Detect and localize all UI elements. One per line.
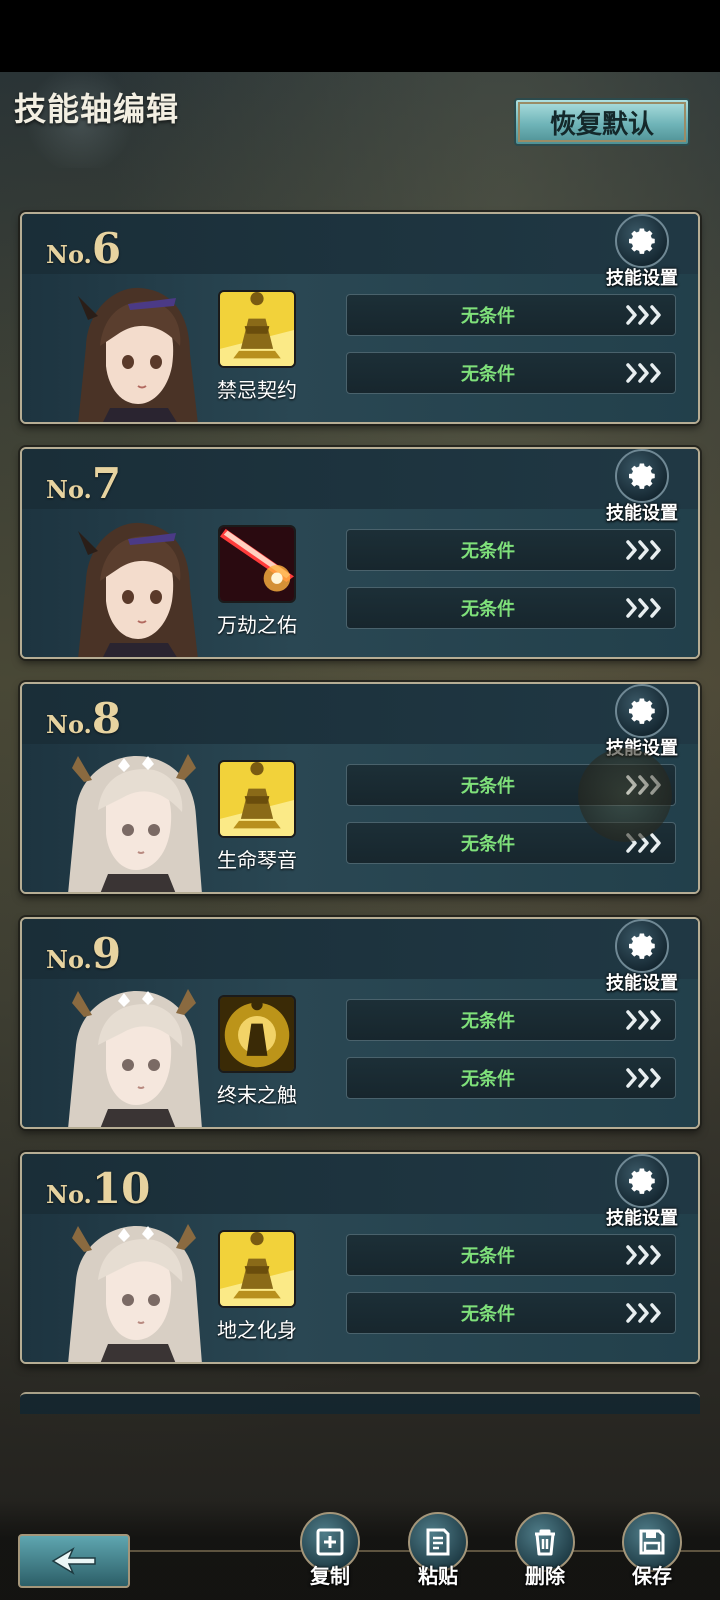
gear-icon — [615, 919, 669, 973]
character-portrait — [58, 1216, 208, 1364]
slot-number: No. 7 — [46, 459, 121, 508]
condition-label: 无条件 — [461, 834, 515, 855]
skill-name: 地之化身 — [217, 1318, 297, 1342]
triple-chevron-icon — [625, 596, 665, 620]
card-header — [22, 919, 698, 979]
skill-settings-label: 技能设置 — [606, 1208, 678, 1229]
gear-icon — [615, 1154, 669, 1208]
save-button[interactable]: 保存 — [607, 1512, 697, 1600]
condition-slot[interactable]: 无条件 — [346, 822, 676, 864]
skill-name: 终末之触 — [217, 1083, 297, 1107]
gear-icon — [615, 449, 669, 503]
triple-chevron-icon — [625, 1066, 665, 1090]
slot-number-prefix: No. — [46, 475, 92, 504]
condition-slot[interactable]: 无条件 — [346, 352, 676, 394]
delete-button[interactable]: 删除 — [500, 1512, 590, 1600]
triple-chevron-icon — [625, 1243, 665, 1267]
character-portrait — [58, 746, 208, 894]
slot-number-value: 8 — [91, 694, 122, 743]
back-arrow-icon — [51, 1547, 96, 1575]
copy-button[interactable]: 复制 — [285, 1512, 375, 1600]
page-title: 技能轴编辑 — [14, 90, 180, 128]
slot-number-value: 7 — [91, 459, 122, 508]
slot-number-value: 10 — [91, 1164, 151, 1213]
skill-settings-button[interactable]: 技能设置 — [600, 449, 684, 525]
condition-slot[interactable]: 无条件 — [346, 1234, 676, 1276]
slot-number: No. 9 — [46, 929, 121, 978]
skill-card[interactable]: No. 9 技能设置 终末之触 无条件 无条件 — [20, 917, 700, 1129]
golden-aura-warrior-icon[interactable] — [218, 995, 296, 1073]
skill-settings-label: 技能设置 — [606, 973, 678, 994]
condition-slot[interactable]: 无条件 — [346, 764, 676, 806]
skill-name: 生命琴音 — [217, 848, 297, 872]
condition-label: 无条件 — [461, 599, 515, 620]
golden-warrior-icon[interactable] — [218, 760, 296, 838]
slot-number-prefix: No. — [46, 710, 92, 739]
condition-label: 无条件 — [461, 1011, 515, 1032]
copy-label: 复制 — [310, 1564, 350, 1588]
skill-settings-button[interactable]: 技能设置 — [600, 214, 684, 290]
restore-default-button[interactable]: 恢复默认 — [514, 98, 690, 146]
triple-chevron-icon — [625, 538, 665, 562]
slot-number-prefix: No. — [46, 1180, 92, 1209]
condition-label: 无条件 — [461, 776, 515, 797]
skill-settings-label: 技能设置 — [606, 268, 678, 289]
paste-label: 粘贴 — [418, 1564, 458, 1588]
condition-slot[interactable]: 无条件 — [346, 587, 676, 629]
slot-number-prefix: No. — [46, 945, 92, 974]
slot-number: No. 6 — [46, 224, 121, 273]
skill-card[interactable]: No. 8 技能设置 生命琴音 无条件 无条件 — [20, 682, 700, 894]
skill-settings-label: 技能设置 — [606, 503, 678, 524]
slot-number-prefix: No. — [46, 240, 92, 269]
triple-chevron-icon — [625, 831, 665, 855]
slot-number-value: 6 — [91, 224, 122, 273]
condition-label: 无条件 — [461, 306, 515, 327]
condition-label: 无条件 — [461, 1069, 515, 1090]
character-portrait — [58, 276, 208, 424]
triple-chevron-icon — [625, 773, 665, 797]
golden-warrior-icon[interactable] — [218, 1230, 296, 1308]
condition-slot[interactable]: 无条件 — [346, 1292, 676, 1334]
card-header — [22, 214, 698, 274]
triple-chevron-icon — [625, 303, 665, 327]
slot-number-value: 9 — [91, 929, 122, 978]
delete-label: 删除 — [525, 1564, 565, 1588]
red-slash-icon[interactable] — [218, 525, 296, 603]
card-header — [22, 449, 698, 509]
status-bar — [0, 0, 720, 72]
condition-slot[interactable]: 无条件 — [346, 294, 676, 336]
gear-icon — [615, 214, 669, 268]
skill-card[interactable]: No. 10 技能设置 地之化身 无条件 无条件 — [20, 1152, 700, 1364]
condition-slot[interactable]: 无条件 — [346, 999, 676, 1041]
skill-card[interactable]: No. 6 技能设置 禁忌契约 无条件 无条件 — [20, 212, 700, 424]
back-button[interactable] — [18, 1534, 130, 1588]
paste-button[interactable]: 粘贴 — [393, 1512, 483, 1600]
golden-warrior-icon[interactable] — [218, 290, 296, 368]
condition-slot[interactable]: 无条件 — [346, 1057, 676, 1099]
triple-chevron-icon — [625, 361, 665, 385]
character-portrait — [58, 511, 208, 659]
slot-number: No. 8 — [46, 694, 121, 743]
skill-settings-label: 技能设置 — [606, 738, 678, 759]
skill-settings-button[interactable]: 技能设置 — [600, 684, 684, 760]
skill-name: 万劫之佑 — [217, 613, 297, 637]
skill-card-partial[interactable] — [20, 1392, 700, 1414]
condition-label: 无条件 — [461, 364, 515, 385]
skill-settings-button[interactable]: 技能设置 — [600, 919, 684, 995]
skill-settings-button[interactable]: 技能设置 — [600, 1154, 684, 1230]
character-portrait — [58, 981, 208, 1129]
triple-chevron-icon — [625, 1301, 665, 1325]
condition-label: 无条件 — [461, 1304, 515, 1325]
slot-number: No. 10 — [46, 1164, 150, 1213]
condition-label: 无条件 — [461, 1246, 515, 1267]
triple-chevron-icon — [625, 1008, 665, 1032]
skill-name: 禁忌契约 — [217, 378, 297, 402]
gear-icon — [615, 684, 669, 738]
condition-slot[interactable]: 无条件 — [346, 529, 676, 571]
save-label: 保存 — [632, 1564, 672, 1588]
skill-card[interactable]: No. 7 技能设置 万劫之佑 无条件 无条件 — [20, 447, 700, 659]
condition-label: 无条件 — [461, 541, 515, 562]
card-header — [22, 684, 698, 744]
